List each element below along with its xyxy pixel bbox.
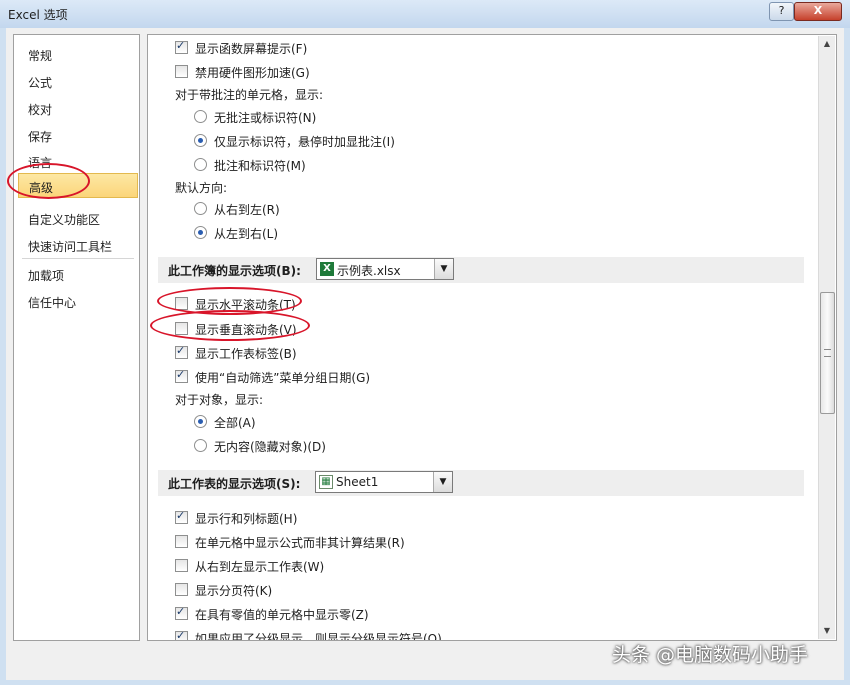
sidebar-item-label: 加载项 xyxy=(28,269,65,283)
vertical-scrollbar[interactable]: ▲ ▼ xyxy=(818,36,835,639)
checkbox[interactable] xyxy=(175,583,188,596)
workbook-select[interactable]: X 示例表.xlsx ▼ xyxy=(316,258,454,280)
sidebar-item-quick-access[interactable]: 快速访问工具栏 xyxy=(14,233,139,258)
grip-icon xyxy=(824,349,831,357)
radio[interactable] xyxy=(194,202,207,215)
checkbox[interactable] xyxy=(175,535,188,548)
checkbox[interactable] xyxy=(175,322,188,335)
scroll-up-icon[interactable]: ▲ xyxy=(819,36,835,52)
sidebar-divider xyxy=(22,258,134,259)
sidebar-item-save[interactable]: 保存 xyxy=(14,123,139,148)
sidebar-item-advanced[interactable]: 高级 xyxy=(18,173,138,198)
watermark: 头条 @电脑数码小助手 xyxy=(612,644,809,666)
section-title: 此工作簿的显示选项(B): xyxy=(168,264,301,278)
radio[interactable] xyxy=(194,134,207,147)
category-sidebar: 常规 公式 校对 保存 语言 高级 自定义功能区 快速访问工具栏 加载项 信任中… xyxy=(13,34,140,641)
sidebar-item-customize-ribbon[interactable]: 自定义功能区 xyxy=(14,206,139,231)
sidebar-item-general[interactable]: 常规 xyxy=(14,42,139,67)
worksheet-icon: ▦ xyxy=(319,475,333,489)
advanced-options-panel: 显示函数屏幕提示(F) 禁用硬件图形加速(G) 对于带批注的单元格，显示: 无批… xyxy=(147,34,837,641)
sidebar-item-label: 保存 xyxy=(28,130,53,144)
checkbox[interactable] xyxy=(175,509,188,524)
sidebar-item-proofing[interactable]: 校对 xyxy=(14,96,139,121)
sidebar-item-addins[interactable]: 加载项 xyxy=(14,262,139,287)
sidebar-item-label: 自定义功能区 xyxy=(28,213,101,227)
worksheet-display-section: 此工作表的显示选项(S): ▦ Sheet1 ▼ xyxy=(158,470,804,496)
checkbox[interactable] xyxy=(175,629,188,640)
sidebar-item-label: 高级 xyxy=(29,181,54,195)
workbook-display-section: 此工作簿的显示选项(B): X 示例表.xlsx ▼ xyxy=(158,257,804,283)
scroll-thumb[interactable] xyxy=(820,292,835,414)
sidebar-item-label: 语言 xyxy=(28,156,53,170)
comments-heading: 对于带批注的单元格，显示: xyxy=(175,88,324,102)
window-title: Excel 选项 xyxy=(8,8,68,22)
sidebar-item-label: 常规 xyxy=(28,49,53,63)
checkbox[interactable] xyxy=(175,605,188,620)
sidebar-item-label: 快速访问工具栏 xyxy=(28,240,113,254)
checkbox[interactable] xyxy=(175,368,188,383)
sidebar-item-label: 公式 xyxy=(28,76,53,90)
excel-file-icon: X xyxy=(320,262,334,276)
radio[interactable] xyxy=(194,415,207,428)
sidebar-item-label: 信任中心 xyxy=(28,296,77,310)
direction-heading: 默认方向: xyxy=(175,181,228,195)
sidebar-item-label: 校对 xyxy=(28,103,53,117)
close-button[interactable]: X xyxy=(794,2,842,21)
checkbox[interactable] xyxy=(175,344,188,359)
sidebar-item-trust-center[interactable]: 信任中心 xyxy=(14,289,139,314)
radio[interactable] xyxy=(194,158,207,171)
chevron-down-icon[interactable]: ▼ xyxy=(434,259,453,279)
radio[interactable] xyxy=(194,110,207,123)
sidebar-item-language[interactable]: 语言 xyxy=(14,149,139,174)
checkbox[interactable] xyxy=(175,65,188,78)
section-title: 此工作表的显示选项(S): xyxy=(168,477,301,491)
worksheet-select[interactable]: ▦ Sheet1 ▼ xyxy=(315,471,453,493)
scroll-down-icon[interactable]: ▼ xyxy=(819,623,835,639)
sidebar-item-formulas[interactable]: 公式 xyxy=(14,69,139,94)
chevron-down-icon[interactable]: ▼ xyxy=(433,472,452,492)
help-button[interactable]: ? xyxy=(769,2,794,21)
checkbox[interactable] xyxy=(175,39,188,54)
checkbox[interactable] xyxy=(175,559,188,572)
title-bar: Excel 选项 ? X xyxy=(0,0,850,28)
objects-heading: 对于对象，显示: xyxy=(175,393,264,407)
radio[interactable] xyxy=(194,439,207,452)
radio[interactable] xyxy=(194,226,207,239)
checkbox[interactable] xyxy=(175,297,188,310)
